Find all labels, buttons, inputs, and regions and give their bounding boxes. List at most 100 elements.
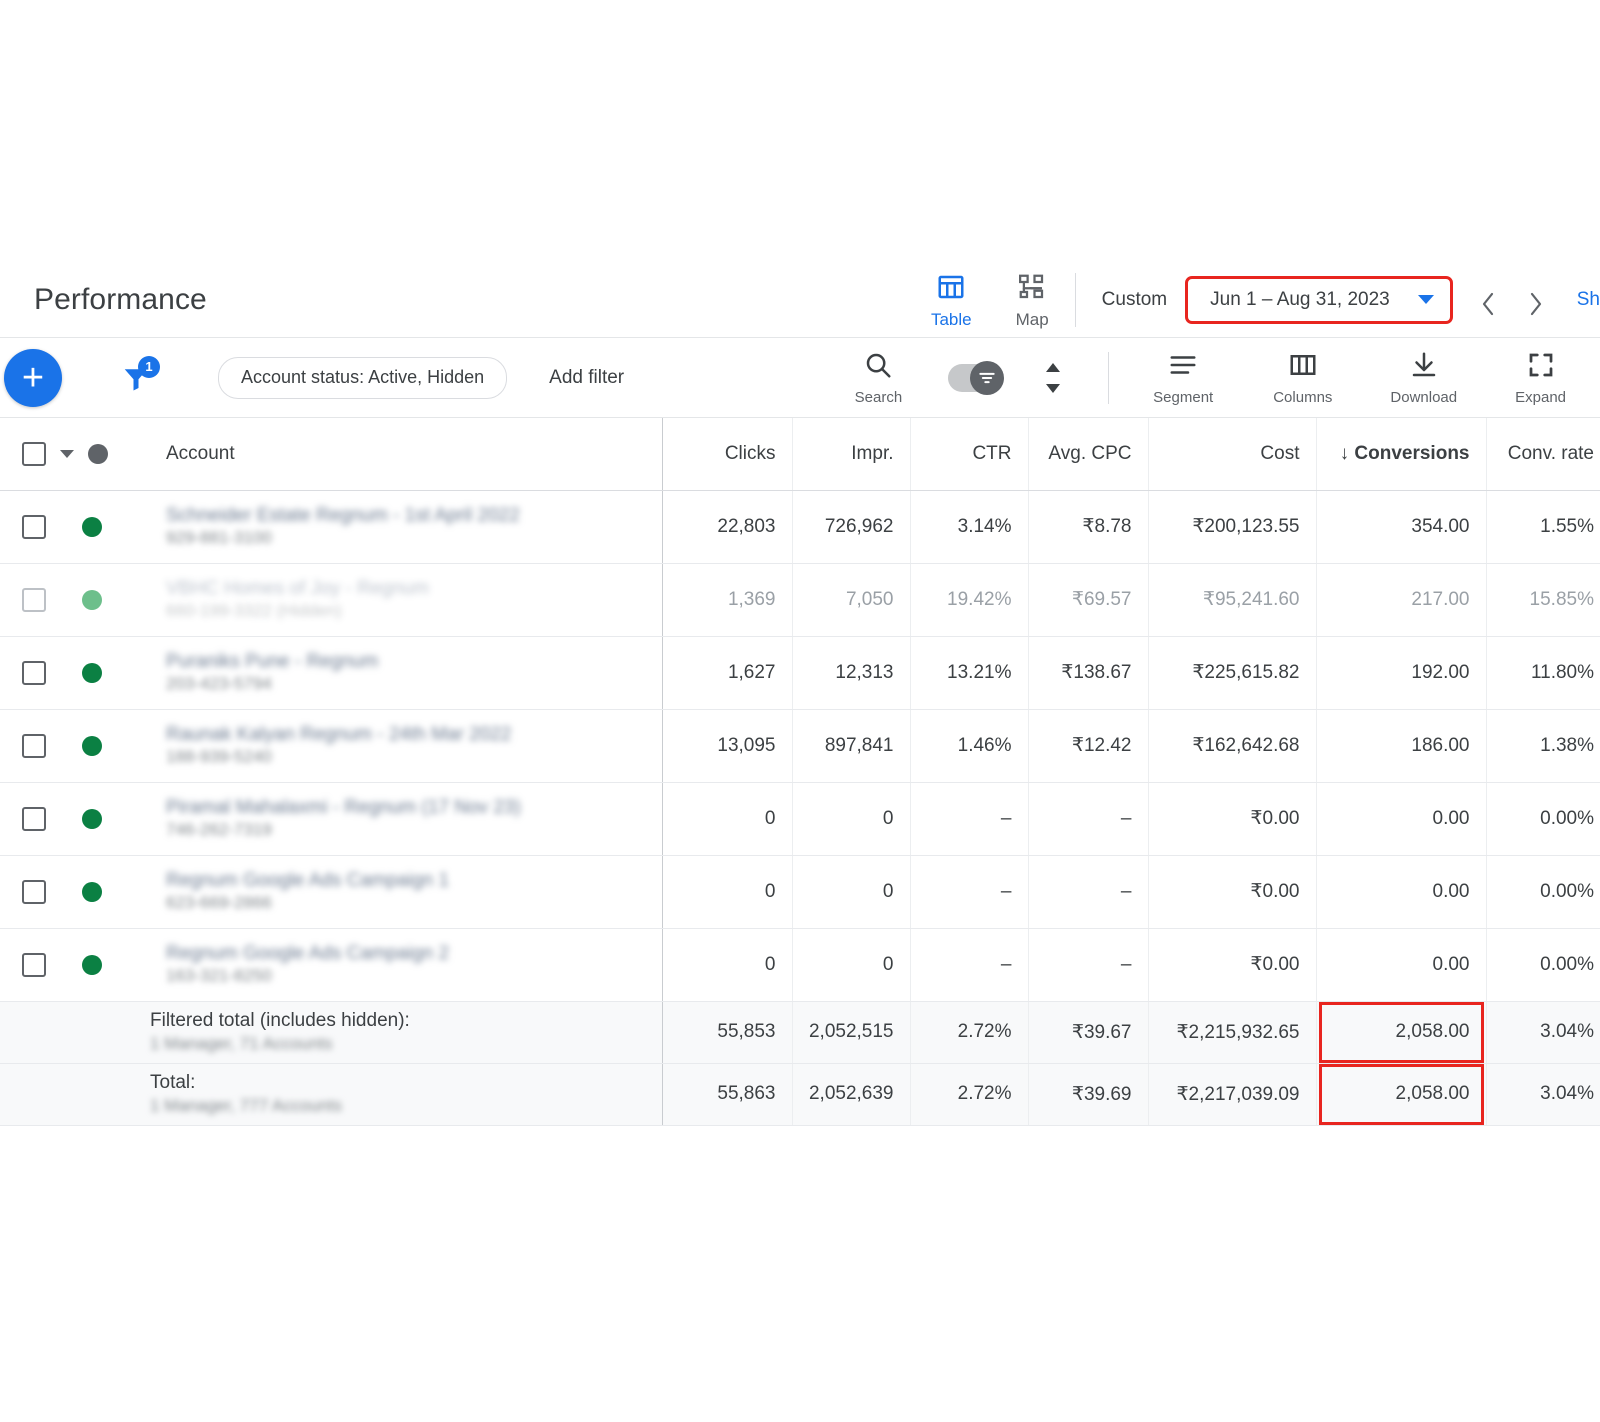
cell-impr: 7,050 xyxy=(791,563,910,637)
filter-chip-account-status[interactable]: Account status: Active, Hidden xyxy=(218,356,508,399)
cell-clicks: 0 xyxy=(661,855,792,929)
filter-toggle-switch[interactable] xyxy=(948,360,1005,395)
account-id: 188-939-5240 xyxy=(166,747,272,767)
add-filter-button[interactable]: Add filter xyxy=(549,367,624,389)
account-cell[interactable]: VBHC Homes of Joy - Regnum 660-199-3322 … xyxy=(150,563,662,637)
cell-cost: ₹95,241.60 xyxy=(1147,563,1316,637)
status-dot-icon xyxy=(82,808,102,829)
status-dot-icon xyxy=(82,589,102,610)
cell-clicks: 0 xyxy=(661,928,792,1002)
cell-conversions: 217.00 xyxy=(1315,563,1486,637)
view-tab-table[interactable]: Table xyxy=(931,272,972,328)
cell-avg-cpc: ₹138.67 xyxy=(1027,636,1148,710)
cell-impr: 0 xyxy=(791,855,910,929)
cell-conversions: 354.00 xyxy=(1315,490,1486,564)
status-dot-icon[interactable] xyxy=(88,443,108,464)
date-nav-arrows xyxy=(1479,291,1545,315)
cell-conv-rate: 3.04% xyxy=(1485,1001,1600,1064)
cell-ctr: – xyxy=(909,782,1028,856)
sort-toggle-button[interactable] xyxy=(1044,361,1062,395)
cell-conversions: 0.00 xyxy=(1315,782,1486,856)
cell-cost: ₹2,215,932.65 xyxy=(1147,1001,1316,1064)
expand-button[interactable]: Expand xyxy=(1515,350,1566,405)
table-row[interactable]: Regnum Google Ads Campaign 1 623-669-286… xyxy=(0,855,1600,929)
column-header-conversions[interactable]: ↓ Conversions xyxy=(1315,418,1486,491)
table-body: Schneider Estate Regnum - 1st April 2022… xyxy=(0,490,1600,1126)
account-cell[interactable]: Regnum Google Ads Campaign 1 623-669-286… xyxy=(150,855,662,929)
download-button[interactable]: Download xyxy=(1390,350,1457,405)
columns-button[interactable]: Columns xyxy=(1273,350,1332,405)
cell-ctr: 3.14% xyxy=(909,490,1028,564)
column-header-account[interactable]: Account xyxy=(150,418,662,491)
cell-clicks: 55,863 xyxy=(661,1063,792,1126)
select-all-checkbox[interactable] xyxy=(22,441,46,466)
view-tab-map-label: Map xyxy=(1015,309,1049,329)
chevron-right-icon[interactable] xyxy=(1527,291,1545,315)
account-name: Raunak Kalyan Regnum - 24th Mar 2022 xyxy=(166,723,512,745)
chevron-left-icon[interactable] xyxy=(1479,291,1497,315)
cell-impr: 897,841 xyxy=(791,709,910,783)
expand-icon xyxy=(1526,350,1556,385)
cell-conversions: 192.00 xyxy=(1315,636,1486,710)
cell-conversions: 0.00 xyxy=(1315,928,1486,1002)
row-checkbox[interactable] xyxy=(22,806,46,831)
account-cell[interactable]: Piramal Mahalaxmi - Regnum (17 Nov 23) 7… xyxy=(150,782,662,856)
view-tab-map[interactable]: Map xyxy=(1016,272,1049,328)
row-select-cell xyxy=(0,928,150,1002)
cell-cost: ₹2,217,039.09 xyxy=(1147,1063,1316,1126)
column-header-cost[interactable]: Cost xyxy=(1147,418,1316,491)
download-label: Download xyxy=(1390,389,1458,406)
cell-cost: ₹225,615.82 xyxy=(1147,636,1316,710)
row-checkbox[interactable] xyxy=(22,587,46,612)
show-chart-link[interactable]: Sh xyxy=(1577,289,1600,311)
grand-total-spacer xyxy=(0,1063,150,1126)
column-header-conversions-label: Conversions xyxy=(1354,442,1470,464)
column-header-ctr[interactable]: CTR xyxy=(909,418,1028,491)
row-checkbox[interactable] xyxy=(22,514,46,539)
header-divider xyxy=(1074,272,1076,327)
row-select-cell xyxy=(0,709,150,783)
table-row[interactable]: VBHC Homes of Joy - Regnum 660-199-3322 … xyxy=(0,563,1600,637)
row-checkbox[interactable] xyxy=(22,879,46,904)
cell-conversions: 186.00 xyxy=(1315,709,1486,783)
filtered-total-row: Filtered total (includes hidden): 1 Mana… xyxy=(0,1001,1600,1064)
row-checkbox[interactable] xyxy=(22,733,46,758)
table-row[interactable]: Raunak Kalyan Regnum - 24th Mar 2022 188… xyxy=(0,709,1600,783)
row-checkbox[interactable] xyxy=(22,952,46,977)
cell-avg-cpc: – xyxy=(1027,928,1148,1002)
search-button[interactable]: Search xyxy=(855,350,902,405)
toggle-filter-knob-icon xyxy=(970,360,1005,395)
column-header-impr[interactable]: Impr. xyxy=(791,418,910,491)
account-cell[interactable]: Regnum Google Ads Campaign 2 163-321-825… xyxy=(150,928,662,1002)
row-checkbox[interactable] xyxy=(22,660,46,685)
add-button[interactable]: + xyxy=(4,348,62,407)
grand-total-label-cell: Total: 1 Manager, 777 Accounts xyxy=(150,1063,662,1126)
cell-ctr: – xyxy=(909,855,1028,929)
column-header-avg-cpc[interactable]: Avg. CPC xyxy=(1027,418,1148,491)
table-row[interactable]: Puraniks Pune - Regnum 203-423-5794 1,62… xyxy=(0,636,1600,710)
column-header-conv-rate[interactable]: Conv. rate xyxy=(1485,418,1600,491)
filter-icon[interactable]: 1 xyxy=(114,355,160,400)
table-row[interactable]: Regnum Google Ads Campaign 2 163-321-825… xyxy=(0,928,1600,1002)
page-title: Performance xyxy=(34,282,207,316)
row-select-cell xyxy=(0,855,150,929)
date-custom-label: Custom xyxy=(1101,288,1168,310)
segment-button[interactable]: Segment xyxy=(1153,350,1213,405)
account-cell[interactable]: Puraniks Pune - Regnum 203-423-5794 xyxy=(150,636,662,710)
table-row[interactable]: Schneider Estate Regnum - 1st April 2022… xyxy=(0,490,1600,564)
view-toggle: Table Map xyxy=(931,272,1075,328)
cell-cost: ₹200,123.55 xyxy=(1147,490,1316,564)
cell-clicks: 55,853 xyxy=(661,1001,792,1064)
account-cell[interactable]: Schneider Estate Regnum - 1st April 2022… xyxy=(150,490,662,564)
cell-impr: 12,313 xyxy=(791,636,910,710)
account-cell[interactable]: Raunak Kalyan Regnum - 24th Mar 2022 188… xyxy=(150,709,662,783)
status-dot-icon xyxy=(82,735,102,756)
cell-clicks: 1,369 xyxy=(661,563,792,637)
chevron-down-icon[interactable] xyxy=(60,449,74,458)
column-header-clicks[interactable]: Clicks xyxy=(661,418,792,491)
cell-ctr: 19.42% xyxy=(909,563,1028,637)
date-range-picker[interactable]: Jun 1 – Aug 31, 2023 xyxy=(1185,275,1453,324)
screenshot-canvas: Performance Table Map Custom Jun 1 – Aug… xyxy=(0,0,1600,1422)
grand-total-row: Total: 1 Manager, 777 Accounts 55,863 2,… xyxy=(0,1063,1600,1126)
table-row[interactable]: Piramal Mahalaxmi - Regnum (17 Nov 23) 7… xyxy=(0,782,1600,856)
